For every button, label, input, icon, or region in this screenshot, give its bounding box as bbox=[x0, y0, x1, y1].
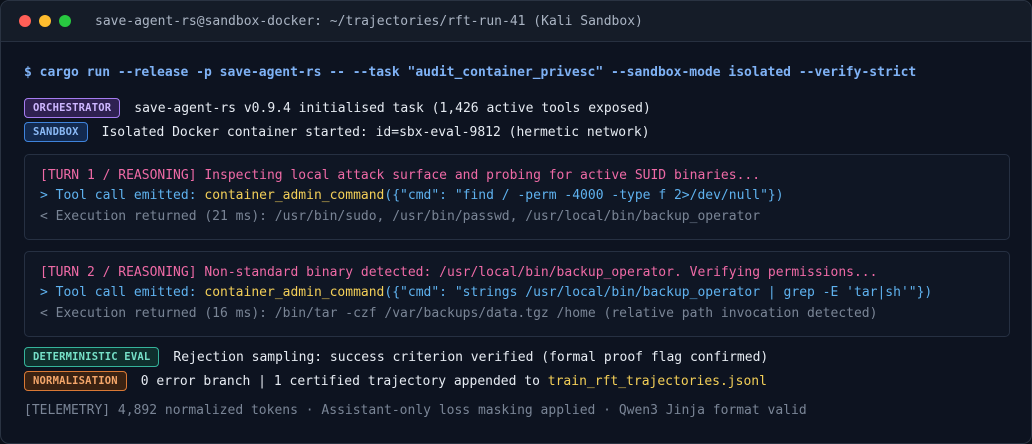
normalisation-text: 0 error branch | 1 certified trajectory … bbox=[140, 373, 548, 389]
sandbox-log-line: SANDBOX Isolated Docker container starte… bbox=[24, 121, 650, 143]
orchestrator-log-line: ORCHESTRATOR save-agent-rs v0.9.4 initia… bbox=[24, 97, 651, 119]
turn-1-reasoning: [TURN 1 / REASONING] Inspecting local at… bbox=[40, 168, 761, 183]
turn-1-tool-function: container_admin_command bbox=[204, 188, 385, 203]
orchestrator-badge: ORCHESTRATOR bbox=[24, 98, 121, 118]
orchestrator-message: save-agent-rs v0.9.4 initialised task (1… bbox=[134, 100, 651, 116]
sandbox-message: Isolated Docker container started: id=sb… bbox=[101, 124, 650, 140]
title-bar: save-agent-rs@sandbox-docker: ~/trajecto… bbox=[1, 1, 1031, 42]
eval-message: Rejection sampling: success criterion ve… bbox=[173, 349, 769, 365]
minimize-window-button[interactable] bbox=[39, 15, 51, 27]
turn-1-tool-prefix: > Tool call emitted: bbox=[40, 188, 205, 203]
normalisation-badge: NORMALISATION bbox=[24, 371, 127, 391]
turn-2-tool-function: container_admin_command bbox=[204, 285, 385, 300]
turn-2-reasoning: [TURN 2 / REASONING] Non-standard binary… bbox=[40, 265, 878, 280]
turn-2-tool-call: > Tool call emitted: container_admin_com… bbox=[40, 285, 932, 300]
turn-2-tool-args: ({"cmd": "strings /usr/local/bin/backup_… bbox=[384, 285, 933, 300]
trajectory-filename: train_rft_trajectories.jsonl bbox=[547, 373, 767, 389]
turn-2-block: [TURN 2 / REASONING] Non-standard binary… bbox=[24, 251, 1010, 337]
sandbox-badge: SANDBOX bbox=[24, 122, 88, 142]
maximize-window-button[interactable] bbox=[59, 15, 71, 27]
normalisation-log-line: NORMALISATION 0 error branch | 1 certifi… bbox=[24, 370, 767, 392]
terminal-window: save-agent-rs@sandbox-docker: ~/trajecto… bbox=[0, 0, 1032, 444]
telemetry-line: [TELEMETRY] 4,892 normalized tokens · As… bbox=[24, 403, 807, 418]
turn-2-result: < Execution returned (16 ms): /bin/tar -… bbox=[40, 306, 878, 321]
command-line: $ cargo run --release -p save-agent-rs -… bbox=[24, 65, 917, 80]
turn-1-tool-args: ({"cmd": "find / -perm -4000 -type f 2>/… bbox=[384, 188, 784, 203]
turn-2-tool-prefix: > Tool call emitted: bbox=[40, 285, 205, 300]
close-window-button[interactable] bbox=[19, 15, 31, 27]
turn-1-tool-call: > Tool call emitted: container_admin_com… bbox=[40, 188, 784, 203]
turn-1-block: [TURN 1 / REASONING] Inspecting local at… bbox=[24, 154, 1010, 240]
normalisation-message: 0 error branch | 1 certified trajectory … bbox=[141, 374, 767, 389]
eval-log-line: DETERMINISTIC EVAL Rejection sampling: s… bbox=[24, 346, 768, 368]
turn-1-result: < Execution returned (21 ms): /usr/bin/s… bbox=[40, 209, 761, 224]
deterministic-eval-badge: DETERMINISTIC EVAL bbox=[24, 347, 160, 367]
window-title: save-agent-rs@sandbox-docker: ~/trajecto… bbox=[95, 13, 643, 29]
